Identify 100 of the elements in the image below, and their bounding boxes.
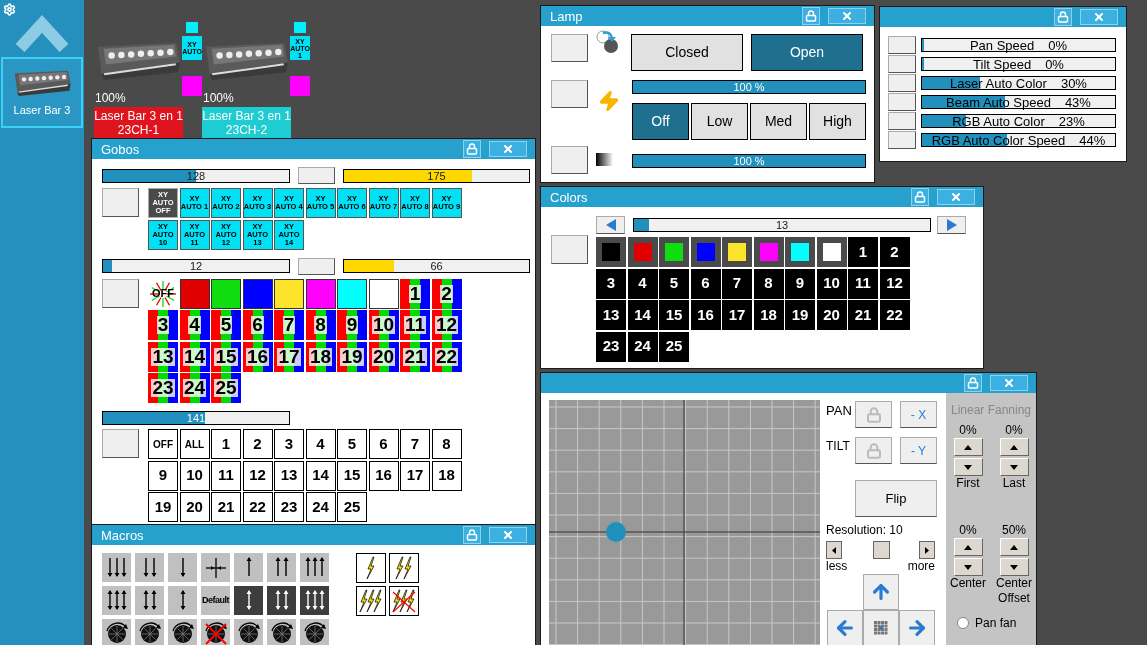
- color-preset-button[interactable]: 16: [690, 300, 721, 330]
- color-preset-button[interactable]: 3: [596, 268, 626, 299]
- gobo-button[interactable]: 6: [242, 310, 273, 340]
- gobo-button[interactable]: 14: [179, 341, 210, 372]
- color-preset-button[interactable]: 4: [627, 268, 658, 299]
- blank-button[interactable]: [888, 93, 916, 111]
- macro-button[interactable]: [267, 619, 296, 645]
- gobo-button[interactable]: 12: [242, 460, 273, 491]
- color-preset-button[interactable]: 22: [879, 300, 910, 330]
- color-preset-button[interactable]: 5: [659, 268, 689, 299]
- next-button[interactable]: [937, 216, 966, 234]
- color-preset-button[interactable]: 13: [596, 300, 626, 330]
- decrease-button[interactable]: [999, 458, 1029, 476]
- macro-button[interactable]: [267, 586, 296, 615]
- color-preset-button[interactable]: 23: [596, 331, 626, 362]
- gobo-button[interactable]: 15: [211, 341, 241, 372]
- macro-button[interactable]: [168, 553, 197, 582]
- color-swatch[interactable]: [627, 237, 658, 267]
- color-preset-button[interactable]: 24: [627, 331, 658, 362]
- macro-button[interactable]: [300, 553, 329, 582]
- gobo-button[interactable]: 1: [400, 278, 430, 309]
- color-swatch[interactable]: [596, 237, 626, 267]
- gobo-button[interactable]: 18: [431, 460, 462, 491]
- gobo-button[interactable]: 16: [368, 460, 399, 491]
- gobo-button[interactable]: OFF: [148, 429, 178, 459]
- move-up-button[interactable]: [863, 574, 899, 610]
- invert-x-button[interactable]: - X: [900, 401, 937, 428]
- gobo-button[interactable]: 24: [305, 492, 336, 522]
- macro-button[interactable]: [300, 586, 329, 615]
- shutter-button[interactable]: Open: [751, 34, 863, 71]
- gobo-button[interactable]: 24: [179, 373, 210, 403]
- decrease-button[interactable]: [953, 558, 983, 576]
- less-button[interactable]: [826, 541, 842, 559]
- color-preset-button[interactable]: 12: [879, 268, 910, 299]
- gobo-button[interactable]: 18: [305, 341, 336, 372]
- gobo-button[interactable]: 20: [368, 341, 399, 372]
- move-right-button[interactable]: [899, 610, 935, 645]
- gobo-button[interactable]: 23: [148, 373, 178, 403]
- gobo-button[interactable]: 15: [337, 460, 367, 491]
- gobo-button[interactable]: 5: [337, 429, 367, 459]
- color-preset-button[interactable]: 6: [690, 268, 721, 299]
- color-preset-button[interactable]: 20: [816, 300, 847, 330]
- blank-button[interactable]: [551, 146, 588, 174]
- color-preset-button[interactable]: 25: [659, 331, 689, 362]
- gobo-color-button[interactable]: [242, 278, 273, 309]
- resolution-thumb[interactable]: [872, 541, 890, 559]
- color-preset-button[interactable]: 21: [848, 300, 878, 330]
- increase-button[interactable]: [999, 538, 1029, 556]
- slider-track[interactable]: 66: [343, 259, 530, 273]
- slider-track[interactable]: 12: [102, 259, 290, 273]
- pan-lock-button[interactable]: [855, 401, 892, 428]
- color-preset-button[interactable]: 2: [879, 237, 910, 267]
- strobe-mode-button[interactable]: Off: [632, 103, 689, 140]
- blank-button[interactable]: [888, 36, 916, 54]
- color-preset-button[interactable]: 14: [627, 300, 658, 330]
- blank-button[interactable]: [298, 167, 335, 184]
- gobo-button[interactable]: 21: [211, 492, 241, 522]
- center-button[interactable]: [863, 610, 899, 645]
- slider-track[interactable]: 100 %: [632, 80, 866, 94]
- blank-button[interactable]: [888, 74, 916, 92]
- more-button[interactable]: [919, 541, 935, 559]
- gobo-color-button[interactable]: [179, 278, 210, 309]
- gobo-button[interactable]: 19: [337, 341, 367, 372]
- blank-button[interactable]: [551, 235, 588, 264]
- macro-button[interactable]: [168, 586, 197, 615]
- invert-y-button[interactable]: - Y: [900, 437, 937, 464]
- flip-button[interactable]: Flip: [855, 480, 937, 517]
- gobo-button[interactable]: 8: [431, 429, 462, 459]
- slider-track[interactable]: 128: [102, 168, 290, 183]
- macro-button[interactable]: [102, 586, 131, 615]
- blank-button[interactable]: [888, 55, 916, 73]
- macro-button[interactable]: [135, 553, 164, 582]
- strobe-mode-button[interactable]: Med: [750, 103, 807, 140]
- previous-button[interactable]: [596, 216, 625, 234]
- macro-button[interactable]: [267, 553, 296, 582]
- gobo-button[interactable]: 10: [368, 310, 399, 340]
- color-preset-button[interactable]: 11: [848, 268, 878, 299]
- gobo-color-button[interactable]: [368, 278, 399, 309]
- gobo-button[interactable]: 2: [431, 278, 462, 309]
- gobo-button[interactable]: 9: [337, 310, 367, 340]
- position-dot[interactable]: [606, 522, 626, 542]
- blank-button[interactable]: [551, 34, 588, 62]
- slider-track[interactable]: 100 %: [632, 154, 866, 168]
- color-preset-button[interactable]: 17: [722, 300, 752, 330]
- gobo-button[interactable]: 1: [211, 429, 241, 459]
- gobo-button[interactable]: 3: [274, 429, 304, 459]
- color-swatch[interactable]: [690, 237, 721, 267]
- gobo-button[interactable]: 6: [368, 429, 399, 459]
- color-preset-button[interactable]: 1: [848, 237, 878, 267]
- gobo-button[interactable]: 7: [400, 429, 430, 459]
- gobo-button[interactable]: 11: [400, 310, 430, 340]
- color-swatch[interactable]: [659, 237, 689, 267]
- gobo-button[interactable]: 13: [148, 341, 178, 372]
- macro-button[interactable]: [102, 553, 131, 582]
- macro-button[interactable]: [201, 553, 230, 582]
- color-preset-button[interactable]: 7: [722, 268, 752, 299]
- color-preset-button[interactable]: 18: [753, 300, 784, 330]
- gobo-button[interactable]: 17: [274, 341, 304, 372]
- macro-button[interactable]: [135, 619, 164, 645]
- blank-button[interactable]: [298, 257, 335, 275]
